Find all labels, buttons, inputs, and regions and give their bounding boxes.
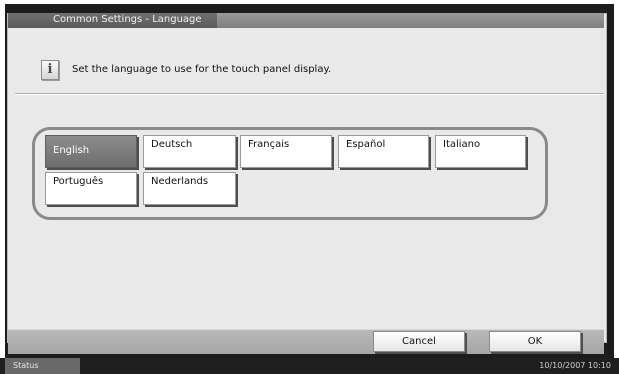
language-button-portugues[interactable]: Português bbox=[45, 172, 137, 205]
title-bar: Common Settings - Language bbox=[8, 13, 604, 28]
divider bbox=[15, 93, 604, 95]
info-icon: i bbox=[41, 60, 59, 80]
cancel-button[interactable]: Cancel bbox=[373, 331, 465, 352]
status-button[interactable]: Status bbox=[5, 358, 80, 374]
status-datetime: 10/10/2007 10:10 bbox=[539, 361, 611, 370]
page-title: Common Settings - Language bbox=[53, 14, 202, 25]
status-bar: Status 10/10/2007 10:10 bbox=[0, 358, 619, 374]
title-tab: Common Settings - Language bbox=[8, 13, 217, 28]
language-button-francais[interactable]: Français bbox=[240, 135, 332, 168]
language-button-deutsch[interactable]: Deutsch bbox=[143, 135, 236, 168]
language-button-nederlands[interactable]: Nederlands bbox=[143, 172, 236, 205]
language-button-italiano[interactable]: Italiano bbox=[435, 135, 526, 168]
language-button-espanol[interactable]: Español bbox=[338, 135, 429, 168]
instruction-text: Set the language to use for the touch pa… bbox=[72, 64, 332, 75]
ok-button[interactable]: OK bbox=[489, 331, 581, 352]
language-button-english[interactable]: English bbox=[45, 135, 137, 168]
